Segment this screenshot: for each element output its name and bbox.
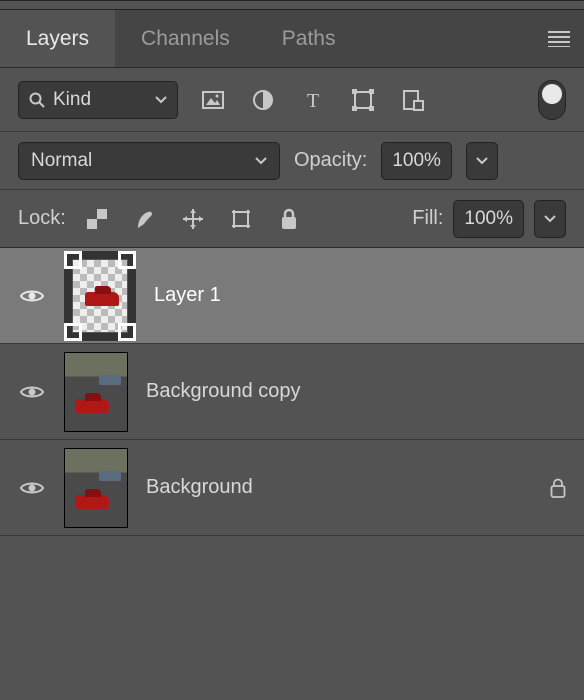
hamburger-icon	[548, 31, 570, 47]
svg-text:T: T	[307, 90, 319, 110]
search-icon	[29, 92, 45, 108]
blend-mode-dropdown[interactable]: Normal	[18, 142, 280, 180]
lock-fill-bar: Lock: Fill: 100%	[0, 190, 584, 248]
layer-name[interactable]: Background copy	[146, 380, 301, 403]
fill-label: Fill:	[412, 207, 443, 230]
layer-thumbnail[interactable]	[64, 448, 128, 528]
opacity-label: Opacity:	[294, 149, 367, 172]
tab-channels[interactable]: Channels	[115, 10, 256, 67]
toggle-knob	[542, 84, 562, 104]
fill-dropdown-button[interactable]	[534, 200, 566, 238]
panel-tabs: Layers Channels Paths	[0, 10, 584, 68]
filter-shape-icon[interactable]	[350, 87, 376, 113]
eye-icon	[20, 384, 44, 400]
layer-thumbnail[interactable]	[64, 352, 128, 432]
filter-smartobject-icon[interactable]	[400, 87, 426, 113]
blend-mode-value: Normal	[31, 150, 92, 172]
visibility-toggle[interactable]	[18, 288, 46, 304]
filter-kind-label: Kind	[53, 89, 91, 111]
chevron-down-icon	[155, 96, 167, 104]
filter-toggle[interactable]	[538, 80, 566, 120]
opacity-input[interactable]: 100%	[381, 142, 452, 180]
layer-name[interactable]: Layer 1	[154, 284, 221, 307]
layer-thumbnail[interactable]	[64, 251, 136, 341]
tab-paths[interactable]: Paths	[256, 10, 362, 67]
eye-icon	[20, 480, 44, 496]
opacity-dropdown-button[interactable]	[466, 142, 498, 180]
blend-opacity-bar: Normal Opacity: 100%	[0, 132, 584, 190]
layer-lock-indicator[interactable]	[550, 478, 566, 498]
tab-layers[interactable]: Layers	[0, 10, 115, 67]
filter-type-icon[interactable]: T	[300, 87, 326, 113]
lock-artboard-icon[interactable]	[228, 206, 254, 232]
layers-list: Layer 1 Background copy Background	[0, 248, 584, 536]
filter-adjustment-icon[interactable]	[250, 87, 276, 113]
lock-transparency-icon[interactable]	[84, 206, 110, 232]
visibility-toggle[interactable]	[18, 384, 46, 400]
layer-filter-bar: Kind T	[0, 68, 584, 132]
layer-name[interactable]: Background	[146, 476, 253, 499]
layer-row[interactable]: Layer 1	[0, 248, 584, 344]
lock-all-icon[interactable]	[276, 206, 302, 232]
chevron-down-icon	[476, 157, 488, 165]
visibility-toggle[interactable]	[18, 480, 46, 496]
panel-menu-button[interactable]	[534, 10, 584, 67]
filter-pixel-icon[interactable]	[200, 87, 226, 113]
fill-input[interactable]: 100%	[453, 200, 524, 238]
filter-kind-dropdown[interactable]: Kind	[18, 81, 178, 119]
layer-row[interactable]: Background copy	[0, 344, 584, 440]
layer-row[interactable]: Background	[0, 440, 584, 536]
chevron-down-icon	[255, 157, 267, 165]
lock-image-icon[interactable]	[132, 206, 158, 232]
lock-position-icon[interactable]	[180, 206, 206, 232]
chevron-down-icon	[544, 215, 556, 223]
lock-label: Lock:	[18, 207, 66, 230]
eye-icon	[20, 288, 44, 304]
lock-icon	[550, 478, 566, 498]
